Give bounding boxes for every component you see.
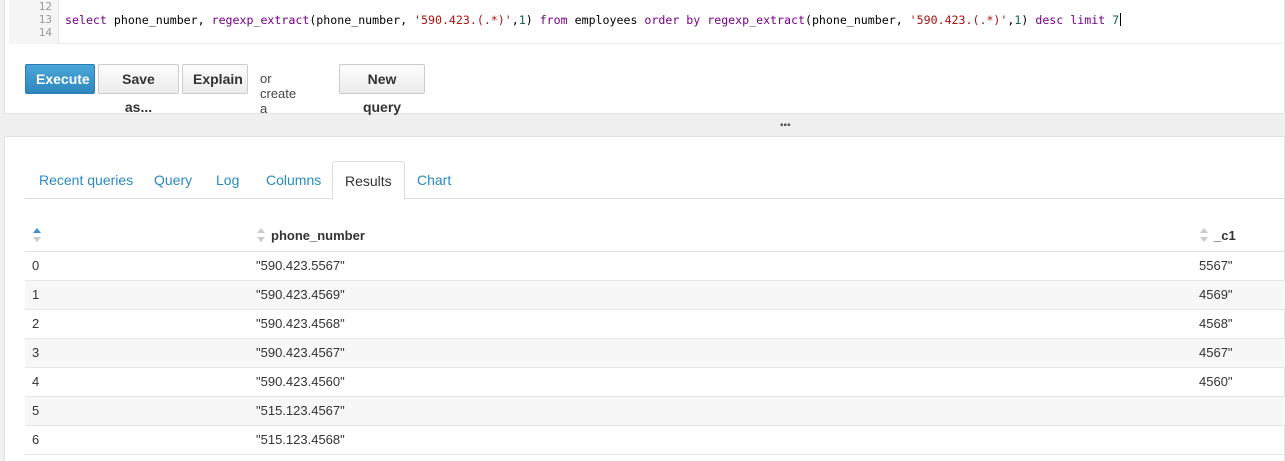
keyword-select: select xyxy=(65,13,107,27)
c1-cell: 4560" xyxy=(1192,367,1285,397)
c1-cell: 5567" xyxy=(1192,251,1285,281)
line-number-gutter: 12 13 14 xyxy=(9,0,59,44)
c1-cell: 4567" xyxy=(1192,338,1285,368)
sort-ascending-icon[interactable] xyxy=(33,228,41,243)
phone-number-cell: "590.423.4569" xyxy=(249,280,1192,310)
row-index-cell: 4 xyxy=(25,367,249,397)
line-number: 12 xyxy=(38,0,52,13)
column-header-phone-number[interactable]: phone_number xyxy=(249,221,1192,252)
query-editor-panel: 12 13 14 select phone_number, regexp_ext… xyxy=(4,0,1285,116)
table-row[interactable]: 5 "515.123.4567" xyxy=(25,396,1285,426)
table-row[interactable]: 3 "590.423.4567" 4567" xyxy=(25,338,1285,368)
number-literal: 7 xyxy=(1112,13,1120,27)
phone-number-cell: "590.423.4567" xyxy=(249,338,1192,368)
c1-cell: 4569" xyxy=(1192,280,1285,310)
save-as-button[interactable]: Save as... xyxy=(98,64,179,115)
or-create-text: or create a xyxy=(260,71,297,116)
results-table: phone_number _c1 0 "590.423.5567" 5567" … xyxy=(25,221,1285,455)
tab-query[interactable]: Query xyxy=(154,161,192,199)
text-cursor xyxy=(1120,13,1122,26)
column-header-c1[interactable]: _c1 xyxy=(1192,221,1285,252)
phone-number-cell: "590.423.5567" xyxy=(249,251,1192,281)
row-index-cell: 6 xyxy=(25,425,249,455)
row-index-cell: 3 xyxy=(25,338,249,368)
table-row[interactable]: 6 "515.123.4568" xyxy=(25,425,1285,455)
table-row[interactable]: 0 "590.423.5567" 5567" xyxy=(25,251,1285,281)
table-row[interactable]: 2 "590.423.4568" 4568" xyxy=(25,309,1285,339)
c1-cell: 4568" xyxy=(1192,309,1285,339)
line-number: 13 xyxy=(38,13,52,26)
sql-editor[interactable]: 12 13 14 select phone_number, regexp_ext… xyxy=(9,0,1284,44)
drag-handle-icon[interactable]: ▪▪▪ xyxy=(780,121,791,131)
phone-number-cell: "515.123.4567" xyxy=(249,396,1192,426)
tab-columns[interactable]: Columns xyxy=(266,161,321,199)
row-index-cell: 5 xyxy=(25,396,249,426)
table-row[interactable]: 4 "590.423.4560" 4560" xyxy=(25,367,1285,397)
result-tabs: Recent queries Query Log Columns Results… xyxy=(25,161,1285,200)
line-number: 14 xyxy=(38,26,52,39)
tab-recent-queries[interactable]: Recent queries xyxy=(39,161,133,199)
number-literal: 1 xyxy=(518,13,526,27)
code-text: employees xyxy=(567,13,645,27)
code-text: ) xyxy=(525,13,540,27)
function-regexp-extract: regexp_extract xyxy=(211,13,310,27)
code-text: ) xyxy=(1021,13,1036,27)
keyword-order-by: order by xyxy=(644,13,701,27)
string-literal: '590.423.(.*)' xyxy=(414,13,512,27)
explain-button[interactable]: Explain xyxy=(182,64,248,94)
new-query-button[interactable]: New query xyxy=(339,64,425,115)
code-text: phone_number, xyxy=(106,13,212,27)
c1-cell xyxy=(1192,396,1285,426)
row-index-cell: 1 xyxy=(25,280,249,310)
c1-cell xyxy=(1192,425,1285,455)
row-index-cell: 0 xyxy=(25,251,249,281)
function-regexp-extract: regexp_extract xyxy=(707,13,805,27)
tab-results[interactable]: Results xyxy=(332,161,405,200)
keyword-limit: limit xyxy=(1070,13,1106,27)
sort-icon[interactable] xyxy=(257,228,265,243)
table-row[interactable]: 1 "590.423.4569" 4569" xyxy=(25,280,1285,310)
results-panel: Recent queries Query Log Columns Results… xyxy=(4,136,1285,461)
phone-number-cell: "590.423.4560" xyxy=(249,367,1192,397)
code-line[interactable]: select phone_number, regexp_extract(phon… xyxy=(65,13,1122,27)
code-text: (phone_number, xyxy=(804,13,910,27)
table-header-row: phone_number _c1 xyxy=(25,221,1285,252)
phone-number-cell: "515.123.4568" xyxy=(249,425,1192,455)
code-text: , xyxy=(511,13,519,27)
code-text: (phone_number, xyxy=(309,13,415,27)
column-header-row-index[interactable] xyxy=(25,221,249,252)
string-literal: '590.423.(.*)' xyxy=(909,13,1008,27)
tab-log[interactable]: Log xyxy=(216,161,239,199)
phone-number-cell: "590.423.4568" xyxy=(249,309,1192,339)
tab-chart[interactable]: Chart xyxy=(417,161,451,199)
panel-resize-splitter[interactable]: ▪▪▪ xyxy=(0,114,1285,136)
keyword-desc: desc xyxy=(1035,13,1064,27)
sort-icon[interactable] xyxy=(1200,228,1208,243)
row-index-cell: 2 xyxy=(25,309,249,339)
execute-button[interactable]: Execute xyxy=(25,64,95,94)
keyword-from: from xyxy=(539,13,568,27)
